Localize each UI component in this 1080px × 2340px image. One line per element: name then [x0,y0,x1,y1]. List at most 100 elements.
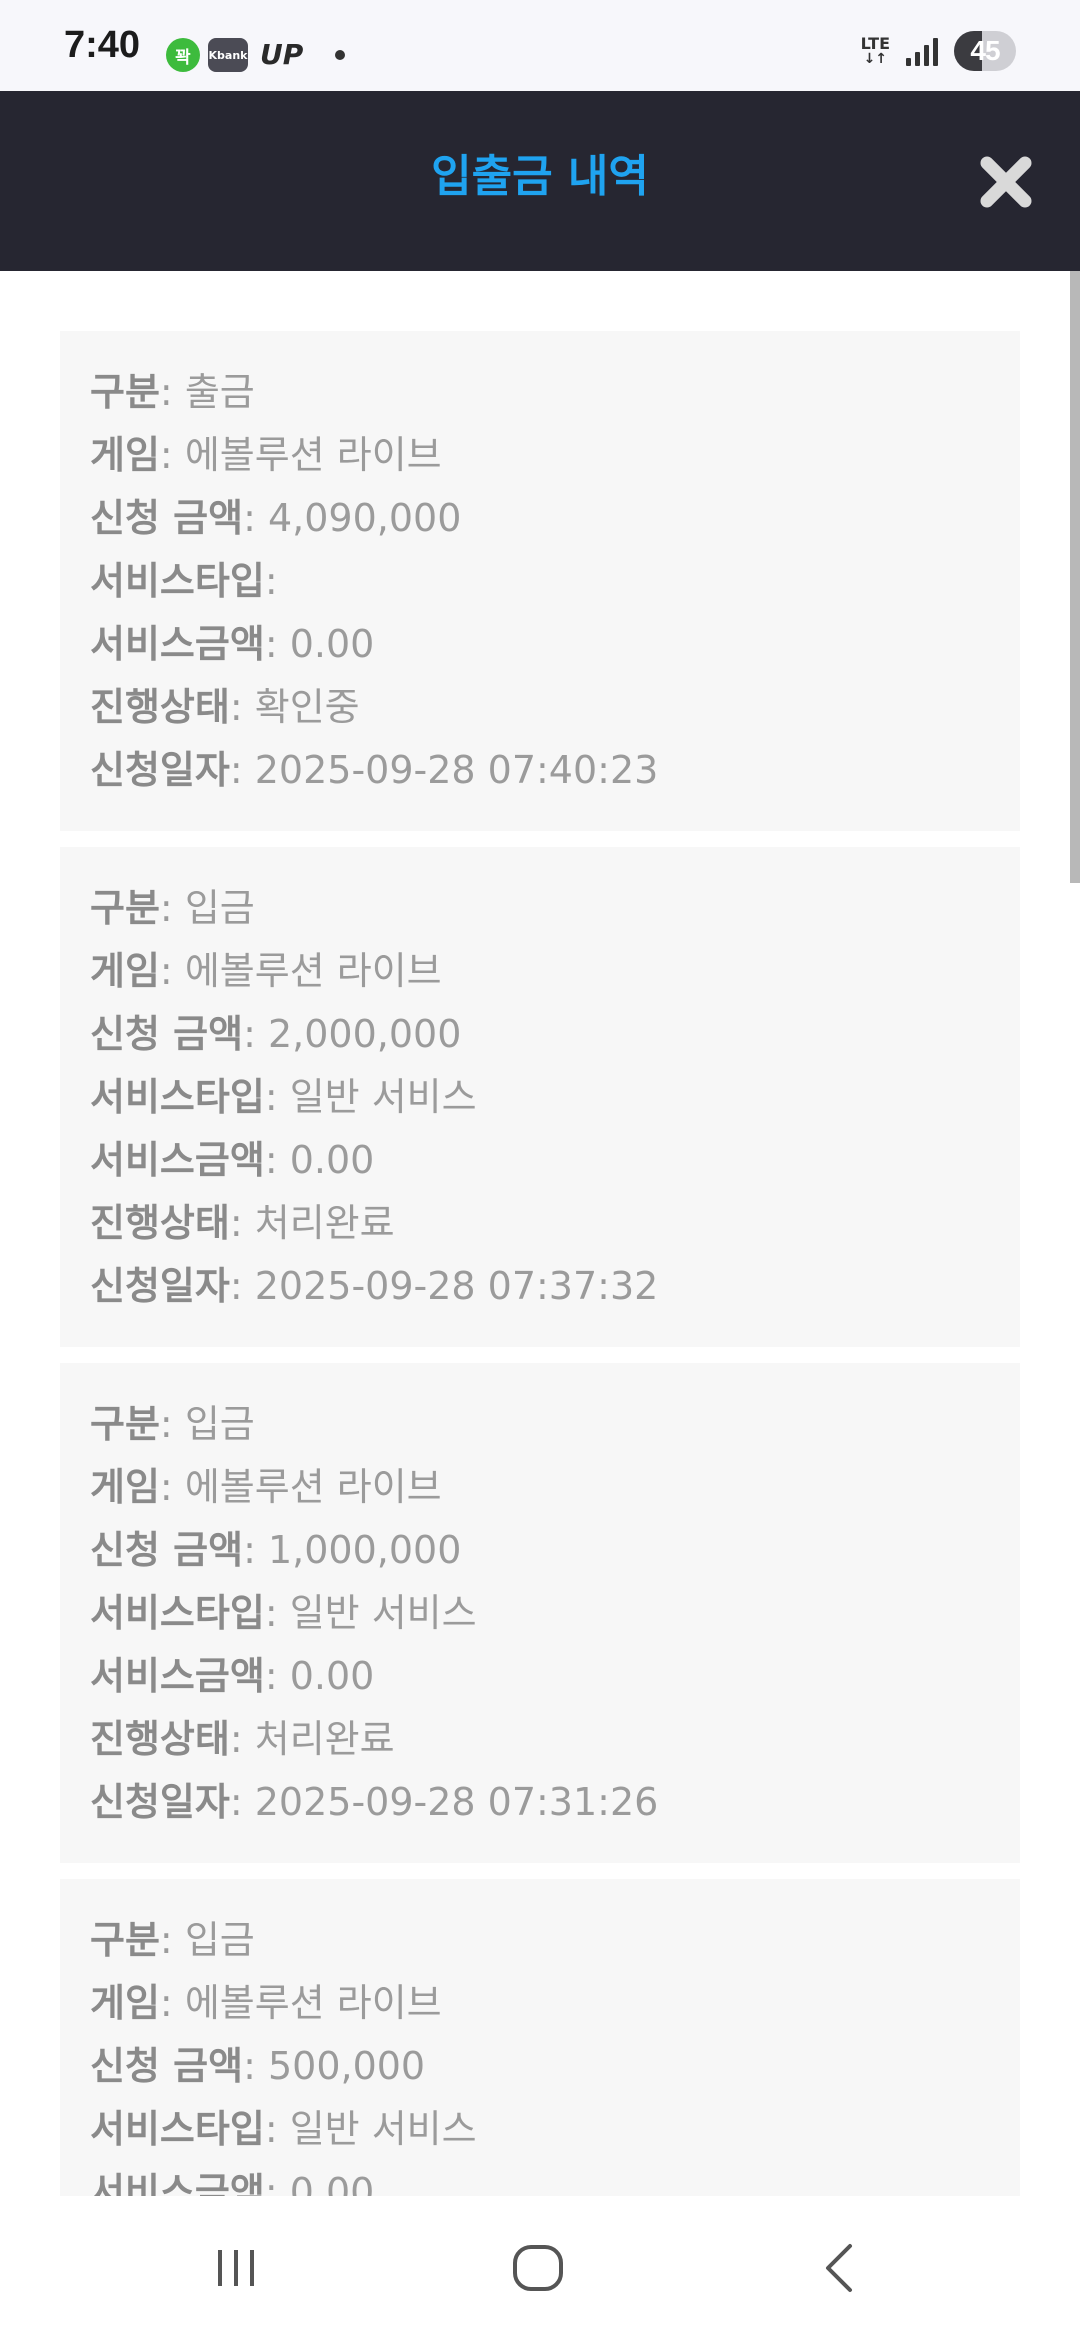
service-amount-row-separator: : [264,1654,290,1698]
type-row-separator: : [159,370,185,414]
status-row-value: 처리완료 [254,1717,395,1761]
service-amount-row-value: 0.00 [289,1654,375,1698]
game-row-value: 에볼루션 라이브 [184,949,442,993]
game-row-label: 게임 [90,433,160,477]
service-type-row-value: 일반 서비스 [289,1591,477,1635]
status-row-label: 진행상태 [90,685,230,729]
status-bar: 7:40 꽉 Kbank UP LTE ↓↑ 45 [0,0,1080,91]
amount-row-label: 신청 금액 [90,496,244,540]
service-type-row: 서비스타입: 일반 서비스 [90,1066,1020,1129]
service-amount-row: 서비스금액: 0.00 [90,1645,1020,1708]
kbank-app-icon: Kbank [208,38,248,72]
game-row-value: 에볼루션 라이브 [184,1981,442,2025]
service-type-row-label: 서비스타입 [90,559,265,603]
date-row: 신청일자: 2025-09-28 07:31:26 [90,1771,1020,1834]
game-row-label: 게임 [90,1465,160,1509]
transaction-card: 구분: 입금 게임: 에볼루션 라이브 신청 금액: 1,000,000 서비스타입:… [60,1363,1020,1863]
signal-strength-icon [906,36,938,66]
data-arrows-icon: ↓↑ [863,51,888,67]
home-button[interactable] [478,2220,598,2316]
navigation-bar [0,2196,1080,2340]
date-row-separator: : [229,1264,255,1308]
game-row-label: 게임 [90,949,160,993]
amount-row: 신청 금액: 1,000,000 [90,1519,1020,1582]
kakao-app-icon: 꽉 [166,38,200,72]
date-row-label: 신청일자 [90,1780,230,1824]
game-row-separator: : [159,433,185,477]
type-row: 구분: 입금 [90,877,1020,940]
type-row-separator: : [159,1918,185,1962]
game-row-value: 에볼루션 라이브 [184,1465,442,1509]
service-amount-row-value: 0.00 [289,2170,375,2196]
status-row: 진행상태: 확인중 [90,676,1020,739]
service-type-row: 서비스타입: 일반 서비스 [90,1582,1020,1645]
system-indicators: LTE ↓↑ 45 [861,30,1016,72]
game-row: 게임: 에볼루션 라이브 [90,1456,1020,1519]
recents-icon [218,2250,254,2286]
service-type-row-separator: : [264,1591,290,1635]
service-amount-row-value: 0.00 [289,1138,375,1182]
service-amount-row: 서비스금액: 0.00 [90,1129,1020,1192]
type-row-value: 입금 [184,886,255,930]
amount-row: 신청 금액: 2,000,000 [90,1003,1020,1066]
amount-row-label: 신청 금액 [90,1012,244,1056]
recents-button[interactable] [176,2220,296,2316]
modal-header: 입출금 내역 [0,91,1080,271]
status-row-separator: : [229,685,255,729]
date-row-value: 2025-09-28 07:37:32 [254,1264,659,1308]
date-row-value: 2025-09-28 07:40:23 [254,748,659,792]
status-row-value: 확인중 [254,685,360,729]
service-type-row-label: 서비스타입 [90,1075,265,1119]
game-row-label: 게임 [90,1981,160,2025]
status-row-label: 진행상태 [90,1717,230,1761]
date-row: 신청일자: 2025-09-28 07:40:23 [90,739,1020,802]
transaction-card: 구분: 입금 게임: 에볼루션 라이브 신청 금액: 500,000 서비스타입: 일… [60,1879,1020,2196]
game-row-separator: : [159,949,185,993]
amount-row-label: 신청 금액 [90,2044,244,2088]
service-amount-row-separator: : [264,622,290,666]
back-icon [826,2244,852,2292]
home-icon [513,2245,563,2291]
amount-row-separator: : [243,2044,268,2088]
type-row-label: 구분 [90,1918,160,1962]
back-button[interactable] [780,2220,900,2316]
service-type-row: 서비스타입: [90,550,1020,613]
scrollbar-thumb[interactable] [1070,271,1080,883]
lte-icon: LTE ↓↑ [861,36,890,67]
amount-row: 신청 금액: 500,000 [90,2035,1020,2098]
service-amount-row: 서비스금액: 0.00 [90,613,1020,676]
more-notifications-dot-icon [335,50,346,60]
amount-row-value: 1,000,000 [267,1528,462,1572]
service-amount-row-label: 서비스금액 [90,622,265,666]
service-type-row-value: 일반 서비스 [289,1075,477,1119]
service-type-row-label: 서비스타입 [90,1591,265,1635]
service-amount-row-label: 서비스금액 [90,1654,265,1698]
status-row-label: 진행상태 [90,1201,230,1245]
service-amount-row: 서비스금액: 0.00 [90,2161,1020,2196]
game-row-separator: : [159,1981,185,2025]
close-button[interactable] [970,146,1042,218]
type-row-separator: : [159,1402,185,1446]
transaction-list[interactable]: 구분: 출금 게임: 에볼루션 라이브 신청 금액: 4,090,000 서비스타입:… [0,271,1080,2196]
date-row-separator: : [229,1780,255,1824]
up-app-icon: UP [260,38,304,71]
status-row: 진행상태: 처리완료 [90,1708,1020,1771]
game-row-value: 에볼루션 라이브 [184,433,442,477]
scrollbar[interactable] [1070,271,1080,2196]
type-row-label: 구분 [90,370,160,414]
type-row: 구분: 입금 [90,1393,1020,1456]
status-time: 7:40 [64,24,141,66]
transaction-card: 구분: 입금 게임: 에볼루션 라이브 신청 금액: 2,000,000 서비스타입:… [60,847,1020,1347]
type-row-value: 입금 [184,1918,255,1962]
amount-row-separator: : [243,1012,268,1056]
service-amount-row-separator: : [264,2170,290,2196]
service-amount-row-separator: : [264,1138,290,1182]
type-row-value: 입금 [184,1402,255,1446]
amount-row-value: 4,090,000 [267,496,462,540]
type-row-label: 구분 [90,1402,160,1446]
date-row-label: 신청일자 [90,1264,230,1308]
type-row: 구분: 입금 [90,1909,1020,1972]
service-type-row-label: 서비스타입 [90,2107,265,2151]
notification-icons: 꽉 Kbank UP [166,37,346,73]
amount-row-separator: : [243,496,268,540]
